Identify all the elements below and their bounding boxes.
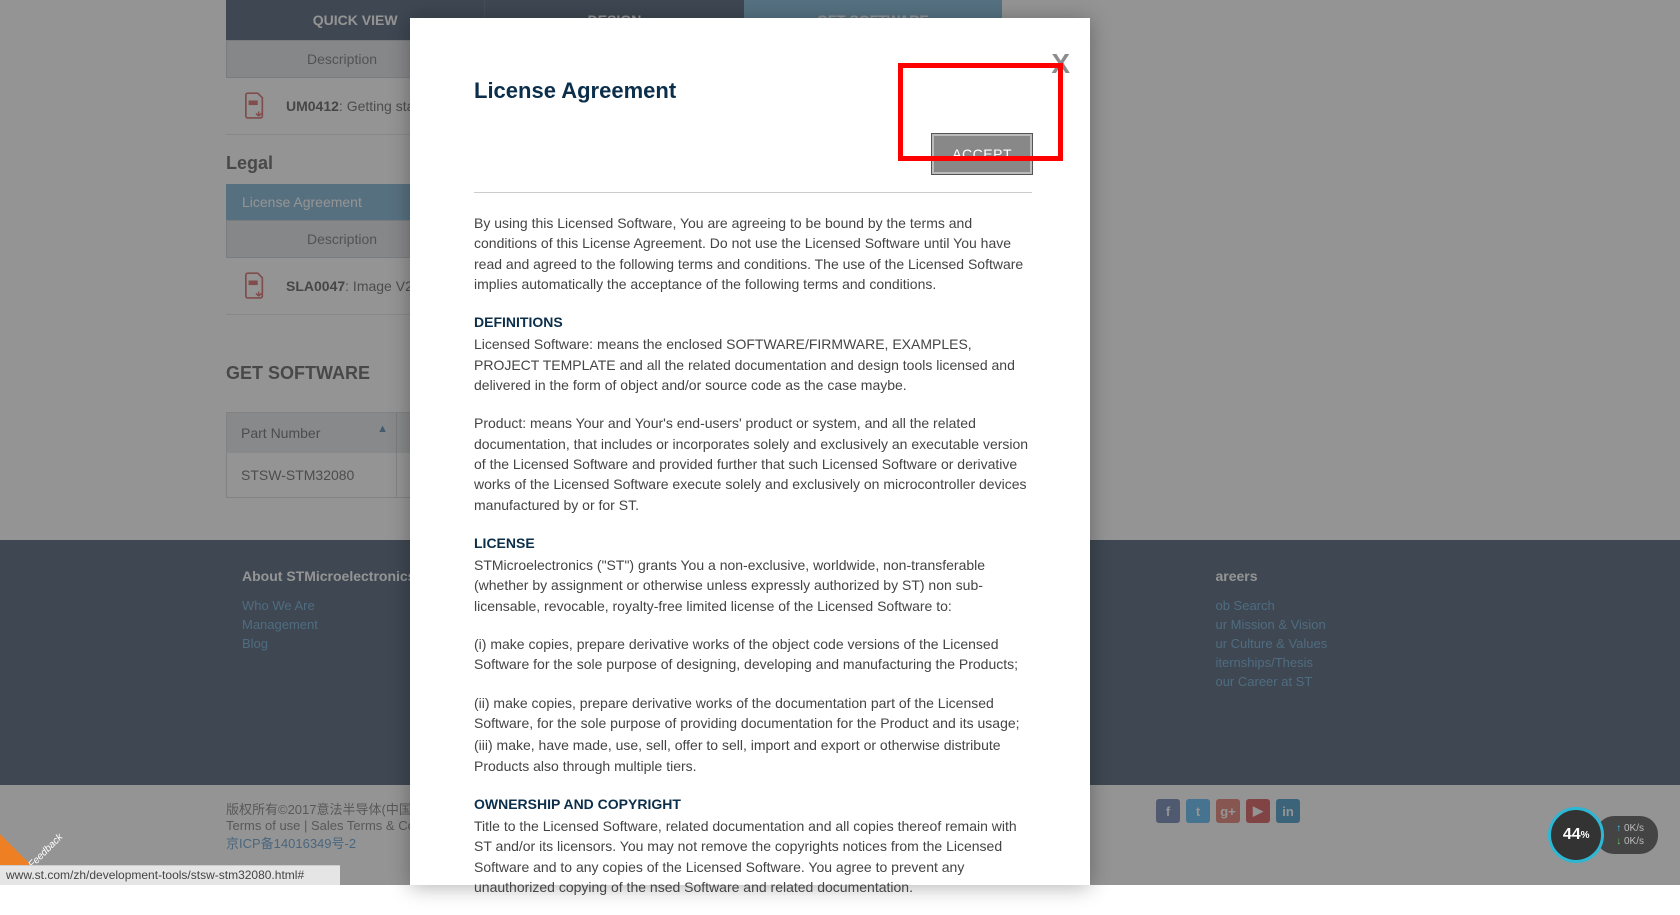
definition-product: Product: means Your and Your's end-users… — [474, 413, 1032, 514]
license-heading: LICENSE — [474, 533, 1032, 553]
browser-status-bar: www.st.com/zh/development-tools/stsw-stm… — [0, 865, 340, 885]
modal-title: License Agreement — [474, 78, 1058, 104]
net-upload: 0K/s — [1616, 822, 1644, 835]
net-pct-value: 44 — [1563, 826, 1581, 844]
license-modal: X License Agreement ACCEPT By using this… — [410, 18, 1090, 885]
accept-button[interactable]: ACCEPT — [932, 134, 1032, 174]
network-stats: 0K/s 0K/s — [1596, 816, 1658, 854]
modal-body: By using this Licensed Software, You are… — [474, 213, 1032, 915]
ownership-heading: OWNERSHIP AND COPYRIGHT — [474, 794, 1032, 814]
definitions-heading: DEFINITIONS — [474, 312, 1032, 332]
net-download: 0K/s — [1616, 835, 1644, 848]
ownership-text: Title to the Licensed Software, related … — [474, 816, 1032, 897]
license-intro: By using this Licensed Software, You are… — [474, 213, 1032, 294]
net-pct-suffix: % — [1581, 830, 1590, 841]
accept-area: ACCEPT — [474, 134, 1032, 193]
license-clause-iii: (iii) make, have made, use, sell, offer … — [474, 735, 1032, 776]
definition-licensed-software: Licensed Software: means the enclosed SO… — [474, 334, 1032, 395]
modal-close-button[interactable]: X — [1051, 48, 1070, 80]
network-percent-circle: 44% — [1548, 807, 1604, 863]
license-clause-i: (i) make copies, prepare derivative work… — [474, 634, 1032, 675]
license-clause-ii: (ii) make copies, prepare derivative wor… — [474, 693, 1032, 734]
network-widget[interactable]: 44% 0K/s 0K/s — [1548, 807, 1658, 863]
license-grant: STMicroelectronics ("ST") grants You a n… — [474, 555, 1032, 616]
